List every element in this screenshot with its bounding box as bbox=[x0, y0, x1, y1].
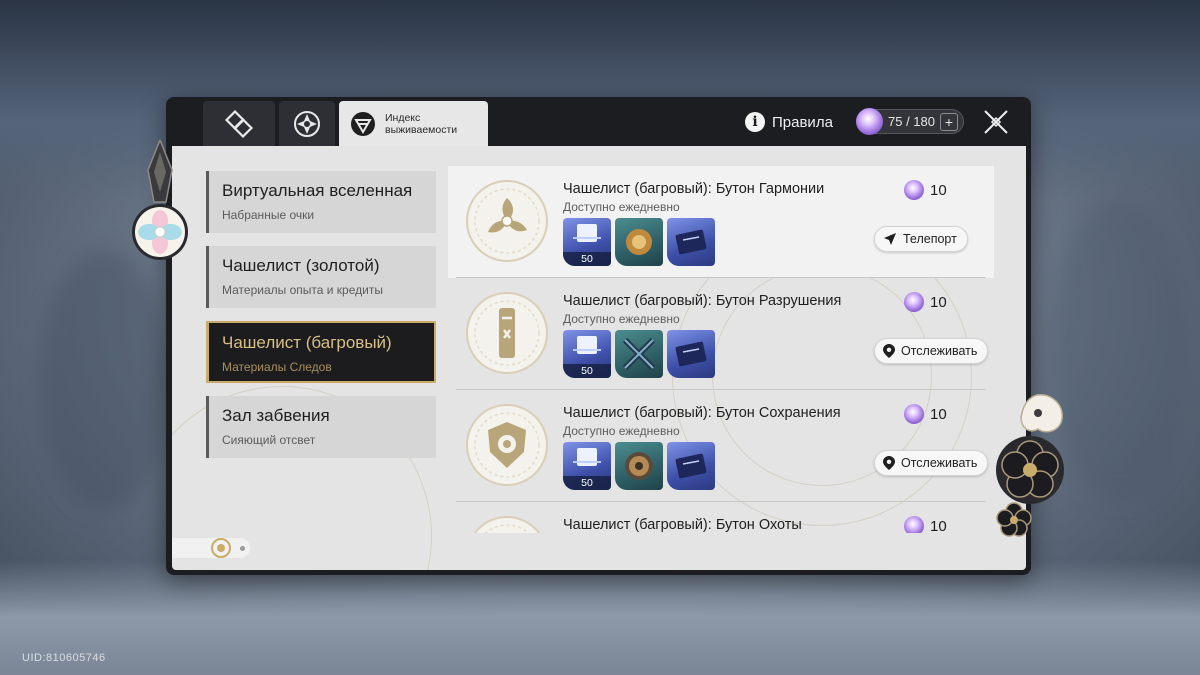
trailblaze-power-icon bbox=[904, 292, 924, 312]
destruction-emblem-icon bbox=[466, 292, 548, 374]
list-item[interactable]: Чашелист (багровый): Бутон Сохранения До… bbox=[448, 390, 994, 502]
teleport-button[interactable]: Телепорт bbox=[874, 226, 968, 252]
reward-quantity: 50 bbox=[563, 476, 611, 490]
exp-material-icon[interactable]: 50 bbox=[563, 442, 611, 490]
flower-badge-icon bbox=[132, 140, 188, 260]
calyx-availability: Доступно ежедневно bbox=[563, 424, 680, 438]
trace-book-icon[interactable] bbox=[667, 330, 715, 378]
power-cost-value: 10 bbox=[930, 517, 947, 534]
menu-item-title: Зал забвения bbox=[222, 406, 330, 425]
menu-item-golden-calyx[interactable]: Чашелист (золотой) Материалы опыта и кре… bbox=[206, 246, 436, 308]
map-pin-icon bbox=[883, 344, 895, 358]
hunt-emblem-icon bbox=[473, 516, 541, 533]
menu-item-title: Чашелист (багровый) bbox=[222, 333, 392, 352]
background-blob bbox=[40, 250, 170, 510]
trailblaze-power-icon bbox=[904, 516, 924, 533]
list-item[interactable]: Чашелист (багровый): Бутон Гармонии Дост… bbox=[448, 166, 994, 278]
menu-item-simulated-universe[interactable]: Виртуальная вселенная Набранные очки bbox=[206, 171, 436, 233]
power-cost: 10 bbox=[904, 180, 947, 200]
power-cost: 10 bbox=[904, 516, 947, 533]
menu-item-subtitle: Материалы опыта и кредиты bbox=[222, 283, 383, 297]
tab-survival-index[interactable]: Индекс выживаемости bbox=[339, 101, 488, 146]
map-pin-icon bbox=[883, 456, 895, 470]
trace-book-icon[interactable] bbox=[667, 442, 715, 490]
bottom-emblem-pill[interactable] bbox=[172, 538, 250, 558]
preservation-material-icon[interactable] bbox=[615, 442, 663, 490]
track-button[interactable]: Отслеживать bbox=[874, 450, 989, 476]
menu-item-subtitle: Материалы Следов bbox=[222, 360, 332, 374]
menu-item-subtitle: Набранные очки bbox=[222, 208, 315, 222]
add-power-button[interactable]: + bbox=[940, 112, 958, 131]
track-button[interactable]: Отслеживать bbox=[874, 338, 989, 364]
reward-list: 50 bbox=[563, 330, 715, 378]
preservation-emblem-icon bbox=[466, 404, 548, 486]
close-icon bbox=[984, 110, 1008, 134]
calyx-availability: Доступно ежедневно bbox=[563, 200, 680, 214]
power-cost: 10 bbox=[904, 292, 947, 312]
menu-item-title: Виртуальная вселенная bbox=[222, 181, 413, 200]
calyx-title: Чашелист (багровый): Бутон Охоты bbox=[563, 517, 802, 533]
destruction-material-icon[interactable] bbox=[615, 330, 663, 378]
harmony-material-icon[interactable] bbox=[615, 218, 663, 266]
tab-simulated-universe[interactable] bbox=[203, 101, 275, 146]
exp-material-icon[interactable]: 50 bbox=[563, 330, 611, 378]
menu-item-subtitle: Сияющий отсвет bbox=[222, 433, 316, 447]
menu-item-title: Чашелист (золотой) bbox=[222, 256, 380, 275]
calyx-title: Чашелист (багровый): Бутон Разрушения bbox=[563, 293, 842, 309]
calyx-title: Чашелист (багровый): Бутон Сохранения bbox=[563, 405, 841, 421]
trailblaze-power: 75 / 180 + bbox=[856, 108, 964, 135]
power-cost-value: 10 bbox=[930, 181, 947, 199]
reward-quantity: 50 bbox=[563, 364, 611, 378]
survival-index-icon bbox=[351, 111, 375, 136]
flower-decoration-icon bbox=[996, 394, 1064, 537]
trace-book-icon[interactable] bbox=[667, 218, 715, 266]
list-item[interactable]: Чашелист (багровый): Бутон Разрушения До… bbox=[448, 278, 994, 390]
sim-universe-icon bbox=[224, 109, 254, 138]
tab-survival-index-label: Индекс выживаемости bbox=[385, 111, 458, 136]
harmony-emblem-icon bbox=[466, 180, 548, 262]
menu-item-forgotten-hall[interactable]: Зал забвения Сияющий отсвет bbox=[206, 396, 436, 458]
navigate-arrow-icon bbox=[884, 233, 896, 245]
power-cost-value: 10 bbox=[930, 405, 947, 423]
info-icon: i bbox=[745, 112, 765, 132]
calyx-list: Чашелист (багровый): Бутон Гармонии Дост… bbox=[448, 166, 994, 533]
menu-item-crimson-calyx[interactable]: Чашелист (багровый) Материалы Следов bbox=[206, 321, 436, 383]
track-label: Отслеживать bbox=[901, 456, 978, 470]
rules-button[interactable]: i Правила bbox=[745, 110, 833, 134]
reward-list: 50 bbox=[563, 442, 715, 490]
background-bottom bbox=[0, 560, 1200, 675]
rules-label: Правила bbox=[772, 113, 833, 131]
reward-list: 50 bbox=[563, 218, 715, 266]
calyx-icon bbox=[294, 110, 320, 137]
calyx-emblem-icon bbox=[211, 538, 231, 558]
reward-quantity: 50 bbox=[563, 252, 611, 266]
trailblaze-power-icon bbox=[856, 108, 883, 135]
trailblaze-power-value: 75 / 180 bbox=[888, 114, 935, 129]
track-label: Отслеживать bbox=[901, 344, 978, 358]
trailblaze-power-icon bbox=[904, 404, 924, 424]
calyx-availability: Доступно ежедневно bbox=[563, 312, 680, 326]
player-uid: UID:810605746 bbox=[22, 652, 106, 664]
exp-material-icon[interactable]: 50 bbox=[563, 218, 611, 266]
calyx-title: Чашелист (багровый): Бутон Гармонии bbox=[563, 181, 825, 197]
trailblaze-power-icon bbox=[904, 180, 924, 200]
list-item[interactable]: Чашелист (багровый): Бутон Охоты 10 bbox=[448, 502, 994, 533]
tab-calyx[interactable] bbox=[279, 101, 335, 146]
pill-dot bbox=[240, 545, 245, 551]
power-cost: 10 bbox=[904, 404, 947, 424]
close-button[interactable] bbox=[982, 108, 1010, 136]
power-cost-value: 10 bbox=[930, 293, 947, 311]
teleport-label: Телепорт bbox=[903, 232, 957, 246]
